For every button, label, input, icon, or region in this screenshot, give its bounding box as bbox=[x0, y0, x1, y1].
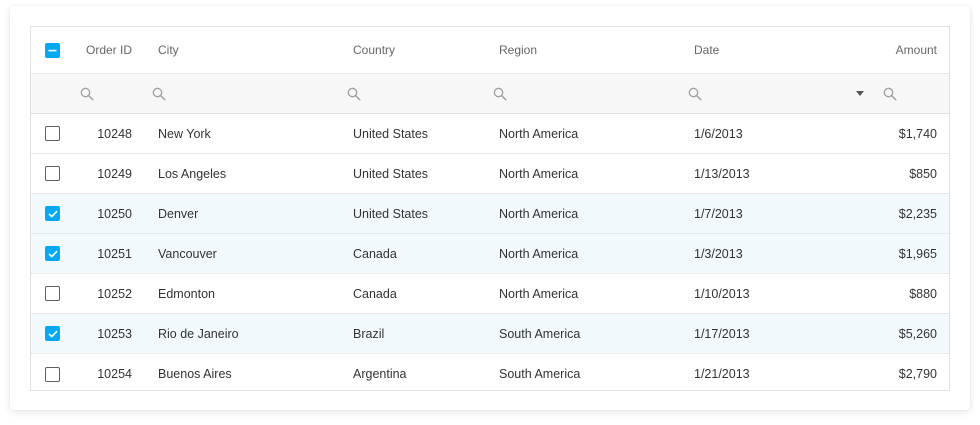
country-cell: Canada bbox=[353, 246, 397, 261]
region-cell: North America bbox=[499, 126, 579, 141]
order-id-cell: 10251 bbox=[97, 246, 132, 261]
country-cell: Brazil bbox=[353, 326, 385, 341]
city-cell: Vancouver bbox=[158, 246, 217, 261]
row-checkbox[interactable] bbox=[45, 206, 60, 221]
checkbox-cell bbox=[45, 274, 61, 313]
order-id-cell: 10248 bbox=[97, 126, 132, 141]
order-id-cell: 10250 bbox=[97, 206, 132, 221]
header-city[interactable]: City bbox=[158, 27, 338, 73]
checkbox-cell bbox=[45, 234, 61, 273]
region-cell: North America bbox=[499, 246, 579, 261]
search-icon[interactable] bbox=[493, 87, 507, 101]
order-id-cell: 10254 bbox=[97, 367, 132, 381]
region-cell: North America bbox=[499, 286, 579, 301]
checkbox-cell bbox=[45, 354, 61, 394]
city-cell: Los Angeles bbox=[158, 166, 227, 181]
row-checkbox[interactable] bbox=[45, 246, 60, 261]
check-icon bbox=[47, 330, 58, 338]
row-checkbox[interactable] bbox=[45, 326, 60, 341]
search-icon[interactable] bbox=[688, 87, 702, 101]
select-all-checkbox[interactable] bbox=[45, 42, 60, 58]
search-icon[interactable] bbox=[347, 87, 361, 101]
search-icon[interactable] bbox=[80, 87, 94, 101]
table-row[interactable]: 10250 Denver United States North America 1/7… bbox=[31, 194, 949, 234]
table-row[interactable]: 10254 Buenos Aires Argentina South America 1… bbox=[31, 354, 949, 394]
row-checkbox[interactable] bbox=[45, 126, 60, 141]
search-icon[interactable] bbox=[883, 87, 897, 101]
header-country[interactable]: Country bbox=[353, 27, 493, 73]
checkbox-cell bbox=[45, 314, 61, 353]
search-icon[interactable] bbox=[152, 87, 166, 101]
select-all-cell bbox=[45, 27, 61, 73]
header-region[interactable]: Region bbox=[499, 27, 679, 73]
country-cell: Canada bbox=[353, 286, 397, 301]
row-checkbox[interactable] bbox=[45, 366, 60, 382]
city-cell: New York bbox=[158, 126, 211, 141]
amount-cell: $1,740 bbox=[898, 126, 937, 141]
table-row[interactable]: 10249 Los Angeles United States North Ameri… bbox=[31, 154, 949, 194]
filter-row bbox=[31, 74, 949, 114]
amount-cell: $850 bbox=[909, 166, 937, 181]
country-cell: United States bbox=[353, 206, 429, 221]
header-order-id[interactable]: Order ID bbox=[71, 27, 132, 73]
country-cell: United States bbox=[353, 166, 429, 181]
caret-down-icon[interactable] bbox=[856, 91, 864, 96]
region-cell: North America bbox=[499, 166, 579, 181]
minus-icon bbox=[48, 49, 57, 51]
city-cell: Buenos Aires bbox=[158, 367, 232, 381]
region-cell: South America bbox=[499, 326, 581, 341]
table-row[interactable]: 10248 New York United States North America 1… bbox=[31, 114, 949, 154]
table-row[interactable]: 10251 Vancouver Canada North America 1/3/201… bbox=[31, 234, 949, 274]
amount-cell: $1,965 bbox=[898, 246, 937, 261]
city-cell: Rio de Janeiro bbox=[158, 326, 239, 341]
region-cell: North America bbox=[499, 206, 579, 221]
checkbox-cell bbox=[45, 154, 61, 193]
check-icon bbox=[47, 210, 58, 218]
order-id-cell: 10252 bbox=[97, 286, 132, 301]
table-row[interactable]: 10253 Rio de Janeiro Brazil South America 1/… bbox=[31, 314, 949, 354]
amount-cell: $2,235 bbox=[898, 206, 937, 221]
row-checkbox[interactable] bbox=[45, 166, 60, 181]
order-id-cell: 10249 bbox=[97, 166, 132, 181]
check-icon bbox=[47, 250, 58, 258]
city-cell: Edmonton bbox=[158, 286, 215, 301]
city-cell: Denver bbox=[158, 206, 199, 221]
header-row: Order ID City Country Region Date Amount bbox=[31, 27, 949, 74]
table-row[interactable]: 10252 Edmonton Canada North America 1/10/201… bbox=[31, 274, 949, 314]
region-cell: South America bbox=[499, 367, 581, 381]
order-id-cell: 10253 bbox=[97, 326, 132, 341]
amount-cell: $2,790 bbox=[898, 367, 937, 381]
country-cell: Argentina bbox=[353, 367, 407, 381]
amount-cell: $5,260 bbox=[898, 326, 937, 341]
country-cell: United States bbox=[353, 126, 429, 141]
data-grid: Order ID City Country Region Date Amount bbox=[30, 26, 950, 391]
checkbox-cell bbox=[45, 194, 61, 233]
header-amount[interactable]: Amount bbox=[811, 27, 937, 73]
amount-cell: $880 bbox=[909, 286, 937, 301]
checkbox-cell bbox=[45, 114, 61, 153]
row-checkbox[interactable] bbox=[45, 286, 60, 301]
